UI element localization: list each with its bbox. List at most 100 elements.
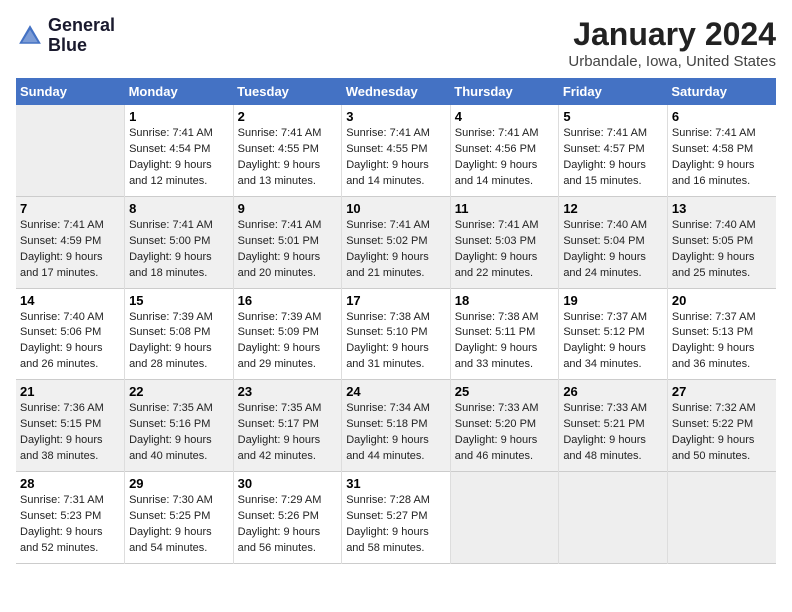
day-info: Sunrise: 7:37 AM Sunset: 5:13 PM Dayligh… <box>672 310 772 374</box>
week-row-2: 7 Sunrise: 7:41 AM Sunset: 4:59 PM Dayli… <box>16 196 776 288</box>
day-cell: 31 Sunrise: 7:28 AM Sunset: 5:27 PM Dayl… <box>342 472 451 564</box>
daylight: Daylight: 9 hours and 56 minutes. <box>238 525 338 557</box>
col-wednesday: Wednesday <box>342 78 451 105</box>
day-info: Sunrise: 7:41 AM Sunset: 4:54 PM Dayligh… <box>129 126 229 190</box>
sunrise: Sunrise: 7:41 AM <box>346 126 446 142</box>
sunset: Sunset: 4:57 PM <box>563 142 663 158</box>
sunrise: Sunrise: 7:41 AM <box>455 126 555 142</box>
day-cell: 7 Sunrise: 7:41 AM Sunset: 4:59 PM Dayli… <box>16 196 125 288</box>
day-cell: 22 Sunrise: 7:35 AM Sunset: 5:16 PM Dayl… <box>125 380 234 472</box>
day-number: 30 <box>238 476 338 491</box>
sunset: Sunset: 5:21 PM <box>563 417 663 433</box>
sunrise: Sunrise: 7:34 AM <box>346 401 446 417</box>
sunset: Sunset: 5:00 PM <box>129 234 229 250</box>
sunrise: Sunrise: 7:40 AM <box>20 310 120 326</box>
day-number: 4 <box>455 109 555 124</box>
daylight: Daylight: 9 hours and 58 minutes. <box>346 525 446 557</box>
day-info: Sunrise: 7:32 AM Sunset: 5:22 PM Dayligh… <box>672 401 772 465</box>
day-info: Sunrise: 7:41 AM Sunset: 5:00 PM Dayligh… <box>129 218 229 282</box>
daylight: Daylight: 9 hours and 42 minutes. <box>238 433 338 465</box>
sunrise: Sunrise: 7:31 AM <box>20 493 120 509</box>
day-number: 3 <box>346 109 446 124</box>
daylight: Daylight: 9 hours and 15 minutes. <box>563 158 663 190</box>
day-info: Sunrise: 7:33 AM Sunset: 5:21 PM Dayligh… <box>563 401 663 465</box>
sunrise: Sunrise: 7:40 AM <box>672 218 772 234</box>
day-info: Sunrise: 7:28 AM Sunset: 5:27 PM Dayligh… <box>346 493 446 557</box>
day-cell: 25 Sunrise: 7:33 AM Sunset: 5:20 PM Dayl… <box>450 380 559 472</box>
sunset: Sunset: 5:12 PM <box>563 325 663 341</box>
day-number: 22 <box>129 384 229 399</box>
day-cell: 29 Sunrise: 7:30 AM Sunset: 5:25 PM Dayl… <box>125 472 234 564</box>
sunset: Sunset: 5:02 PM <box>346 234 446 250</box>
sunset: Sunset: 4:58 PM <box>672 142 772 158</box>
sunset: Sunset: 4:54 PM <box>129 142 229 158</box>
sunset: Sunset: 5:09 PM <box>238 325 338 341</box>
col-tuesday: Tuesday <box>233 78 342 105</box>
sunrise: Sunrise: 7:37 AM <box>672 310 772 326</box>
day-cell: 11 Sunrise: 7:41 AM Sunset: 5:03 PM Dayl… <box>450 196 559 288</box>
day-info: Sunrise: 7:34 AM Sunset: 5:18 PM Dayligh… <box>346 401 446 465</box>
daylight: Daylight: 9 hours and 50 minutes. <box>672 433 772 465</box>
sunset: Sunset: 4:55 PM <box>346 142 446 158</box>
day-info: Sunrise: 7:33 AM Sunset: 5:20 PM Dayligh… <box>455 401 555 465</box>
logo-icon <box>16 22 44 50</box>
sunset: Sunset: 5:04 PM <box>563 234 663 250</box>
sunset: Sunset: 5:03 PM <box>455 234 555 250</box>
sunset: Sunset: 5:15 PM <box>20 417 120 433</box>
day-number: 27 <box>672 384 772 399</box>
day-number: 24 <box>346 384 446 399</box>
sunset: Sunset: 5:17 PM <box>238 417 338 433</box>
sunrise: Sunrise: 7:39 AM <box>238 310 338 326</box>
sunrise: Sunrise: 7:41 AM <box>346 218 446 234</box>
day-number: 29 <box>129 476 229 491</box>
col-friday: Friday <box>559 78 668 105</box>
day-cell <box>16 105 125 196</box>
sunrise: Sunrise: 7:29 AM <box>238 493 338 509</box>
day-info: Sunrise: 7:37 AM Sunset: 5:12 PM Dayligh… <box>563 310 663 374</box>
daylight: Daylight: 9 hours and 26 minutes. <box>20 341 120 373</box>
week-row-5: 28 Sunrise: 7:31 AM Sunset: 5:23 PM Dayl… <box>16 472 776 564</box>
sunset: Sunset: 5:08 PM <box>129 325 229 341</box>
col-sunday: Sunday <box>16 78 125 105</box>
day-info: Sunrise: 7:35 AM Sunset: 5:17 PM Dayligh… <box>238 401 338 465</box>
sunset: Sunset: 5:01 PM <box>238 234 338 250</box>
calendar-subtitle: Urbandale, Iowa, United States <box>568 53 776 70</box>
sunset: Sunset: 5:11 PM <box>455 325 555 341</box>
day-info: Sunrise: 7:41 AM Sunset: 4:55 PM Dayligh… <box>346 126 446 190</box>
day-number: 26 <box>563 384 663 399</box>
day-number: 10 <box>346 201 446 216</box>
day-number: 19 <box>563 293 663 308</box>
sunset: Sunset: 5:25 PM <box>129 509 229 525</box>
day-cell: 24 Sunrise: 7:34 AM Sunset: 5:18 PM Dayl… <box>342 380 451 472</box>
day-number: 17 <box>346 293 446 308</box>
daylight: Daylight: 9 hours and 31 minutes. <box>346 341 446 373</box>
day-info: Sunrise: 7:31 AM Sunset: 5:23 PM Dayligh… <box>20 493 120 557</box>
day-number: 15 <box>129 293 229 308</box>
sunrise: Sunrise: 7:32 AM <box>672 401 772 417</box>
day-info: Sunrise: 7:41 AM Sunset: 4:58 PM Dayligh… <box>672 126 772 190</box>
sunrise: Sunrise: 7:41 AM <box>238 126 338 142</box>
day-number: 11 <box>455 201 555 216</box>
day-cell: 26 Sunrise: 7:33 AM Sunset: 5:21 PM Dayl… <box>559 380 668 472</box>
day-cell: 12 Sunrise: 7:40 AM Sunset: 5:04 PM Dayl… <box>559 196 668 288</box>
sunset: Sunset: 4:55 PM <box>238 142 338 158</box>
sunrise: Sunrise: 7:35 AM <box>238 401 338 417</box>
day-info: Sunrise: 7:41 AM Sunset: 4:55 PM Dayligh… <box>238 126 338 190</box>
sunset: Sunset: 5:18 PM <box>346 417 446 433</box>
day-number: 31 <box>346 476 446 491</box>
sunset: Sunset: 5:27 PM <box>346 509 446 525</box>
day-number: 13 <box>672 201 772 216</box>
calendar-title: January 2024 <box>568 16 776 53</box>
week-row-1: 1 Sunrise: 7:41 AM Sunset: 4:54 PM Dayli… <box>16 105 776 196</box>
sunrise: Sunrise: 7:40 AM <box>563 218 663 234</box>
logo-line2: Blue <box>48 36 115 56</box>
daylight: Daylight: 9 hours and 22 minutes. <box>455 250 555 282</box>
day-number: 16 <box>238 293 338 308</box>
day-info: Sunrise: 7:38 AM Sunset: 5:10 PM Dayligh… <box>346 310 446 374</box>
daylight: Daylight: 9 hours and 12 minutes. <box>129 158 229 190</box>
daylight: Daylight: 9 hours and 13 minutes. <box>238 158 338 190</box>
daylight: Daylight: 9 hours and 34 minutes. <box>563 341 663 373</box>
sunrise: Sunrise: 7:41 AM <box>129 218 229 234</box>
week-row-3: 14 Sunrise: 7:40 AM Sunset: 5:06 PM Dayl… <box>16 288 776 380</box>
sunrise: Sunrise: 7:41 AM <box>238 218 338 234</box>
